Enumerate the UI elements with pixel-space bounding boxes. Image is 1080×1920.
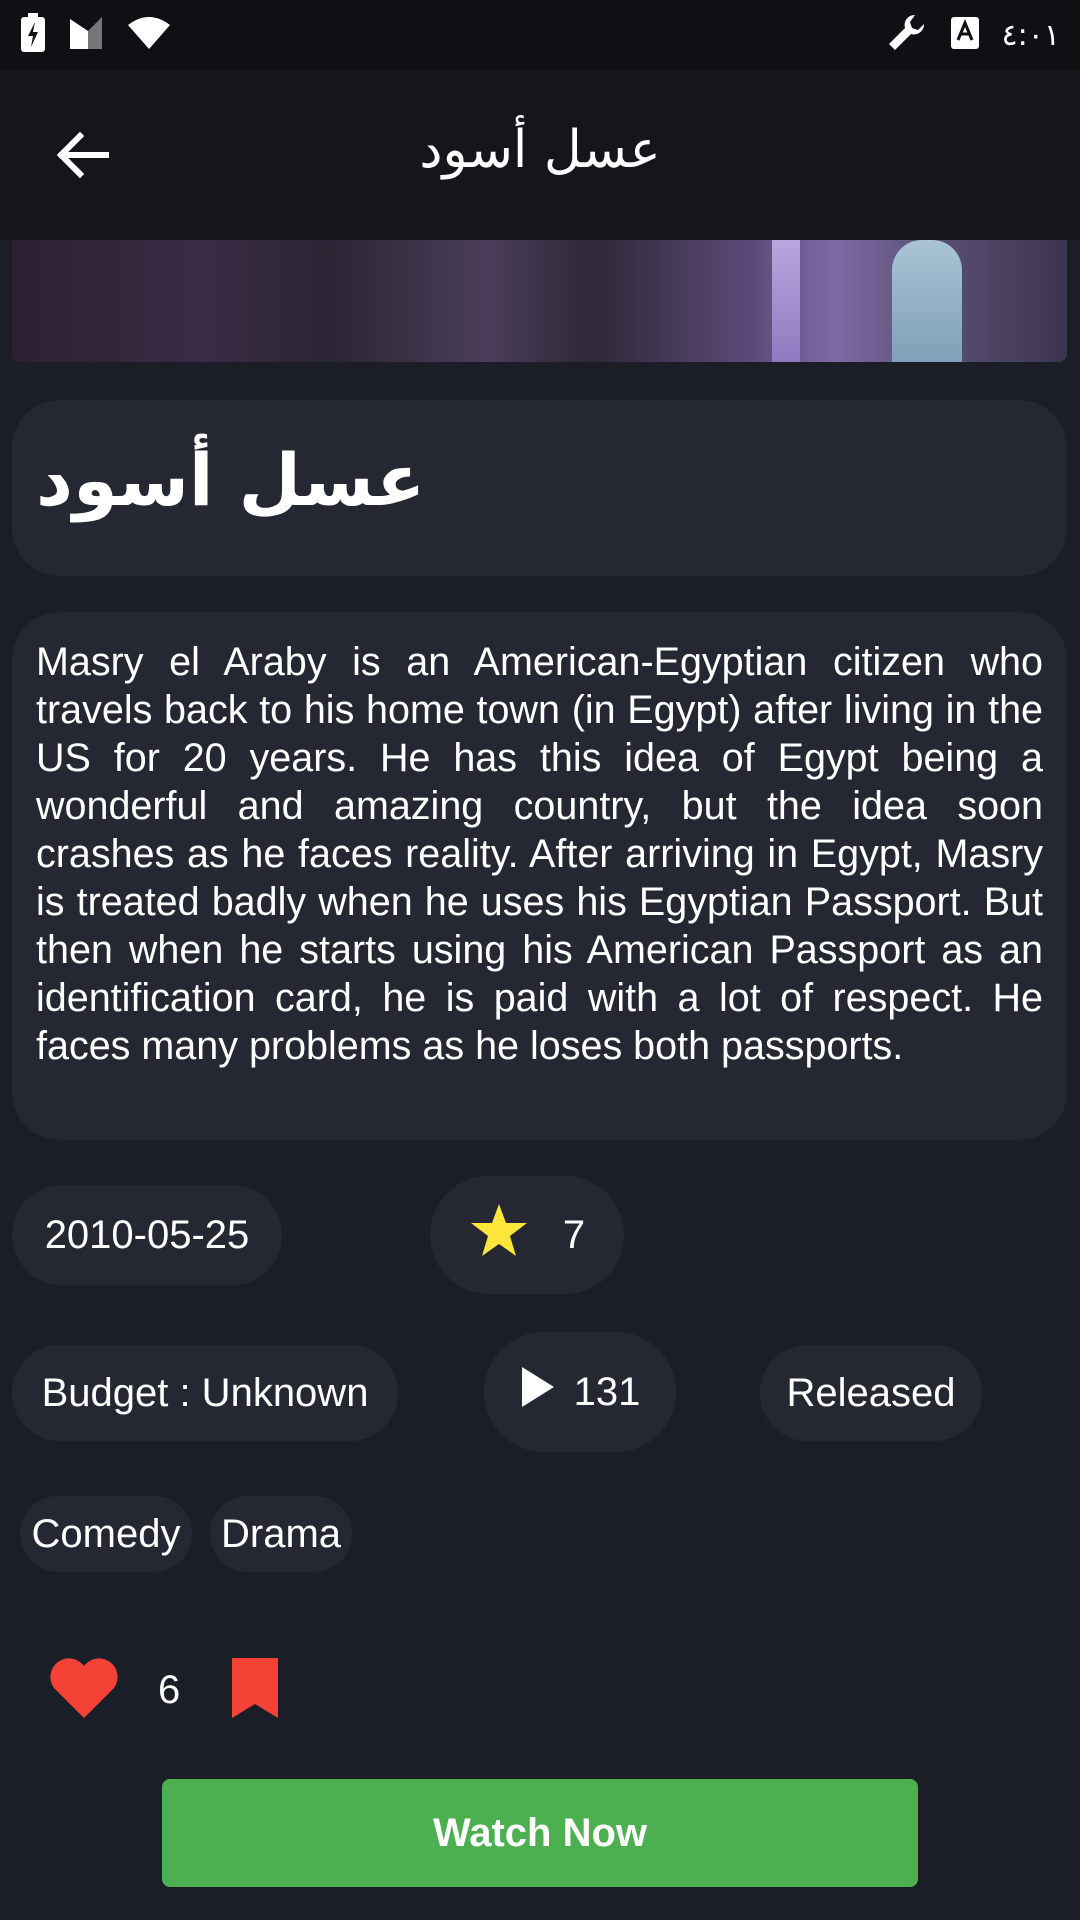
release-date: 2010-05-25 [44,1212,250,1257]
like-count: 6 [158,1667,181,1712]
movie-overview: Masry el Araby is an American-Egyptian c… [36,640,1043,1068]
keyboard-icon [950,16,980,54]
title-card: عسل أسود [12,400,1067,576]
backdrop-image [12,240,1067,362]
status-left [20,13,172,57]
status-text: Released [786,1370,956,1415]
overview-card: Masry el Araby is an American-Egyptian c… [12,612,1067,1140]
rating-value: 7 [562,1212,586,1257]
genre-chip[interactable]: Comedy [20,1496,192,1572]
heart-icon[interactable] [48,1656,120,1724]
status-time: ٤:٠١ [1001,17,1060,53]
wrench-icon [886,12,928,58]
status-bar: ٤:٠١ [0,0,1080,70]
signal-icon [68,15,104,55]
status-chip: Released [760,1345,982,1441]
play-icon [520,1365,556,1419]
bookmark-icon[interactable] [230,1656,280,1724]
vote-count-chip: 131 [484,1332,676,1452]
wifi-icon [126,15,172,55]
rating-chip: 7 [430,1176,624,1294]
budget-chip: Budget : Unknown [12,1345,398,1441]
genre-chip[interactable]: Drama [210,1496,352,1572]
genre-label: Comedy [31,1511,181,1556]
app-bar: عسل أسود [0,70,1080,240]
budget-text: Budget : Unknown [41,1370,369,1415]
watch-now-button[interactable]: Watch Now [162,1779,918,1887]
status-right: ٤:٠١ [886,12,1060,58]
release-date-chip: 2010-05-25 [12,1185,282,1285]
app-bar-title: عسل أسود [419,120,661,180]
vote-count: 131 [573,1369,641,1414]
star-icon [469,1202,529,1268]
movie-title: عسل أسود [36,438,426,522]
battery-charging-icon [20,13,46,57]
genre-label: Drama [220,1511,342,1556]
action-row: 6 [48,1650,280,1730]
